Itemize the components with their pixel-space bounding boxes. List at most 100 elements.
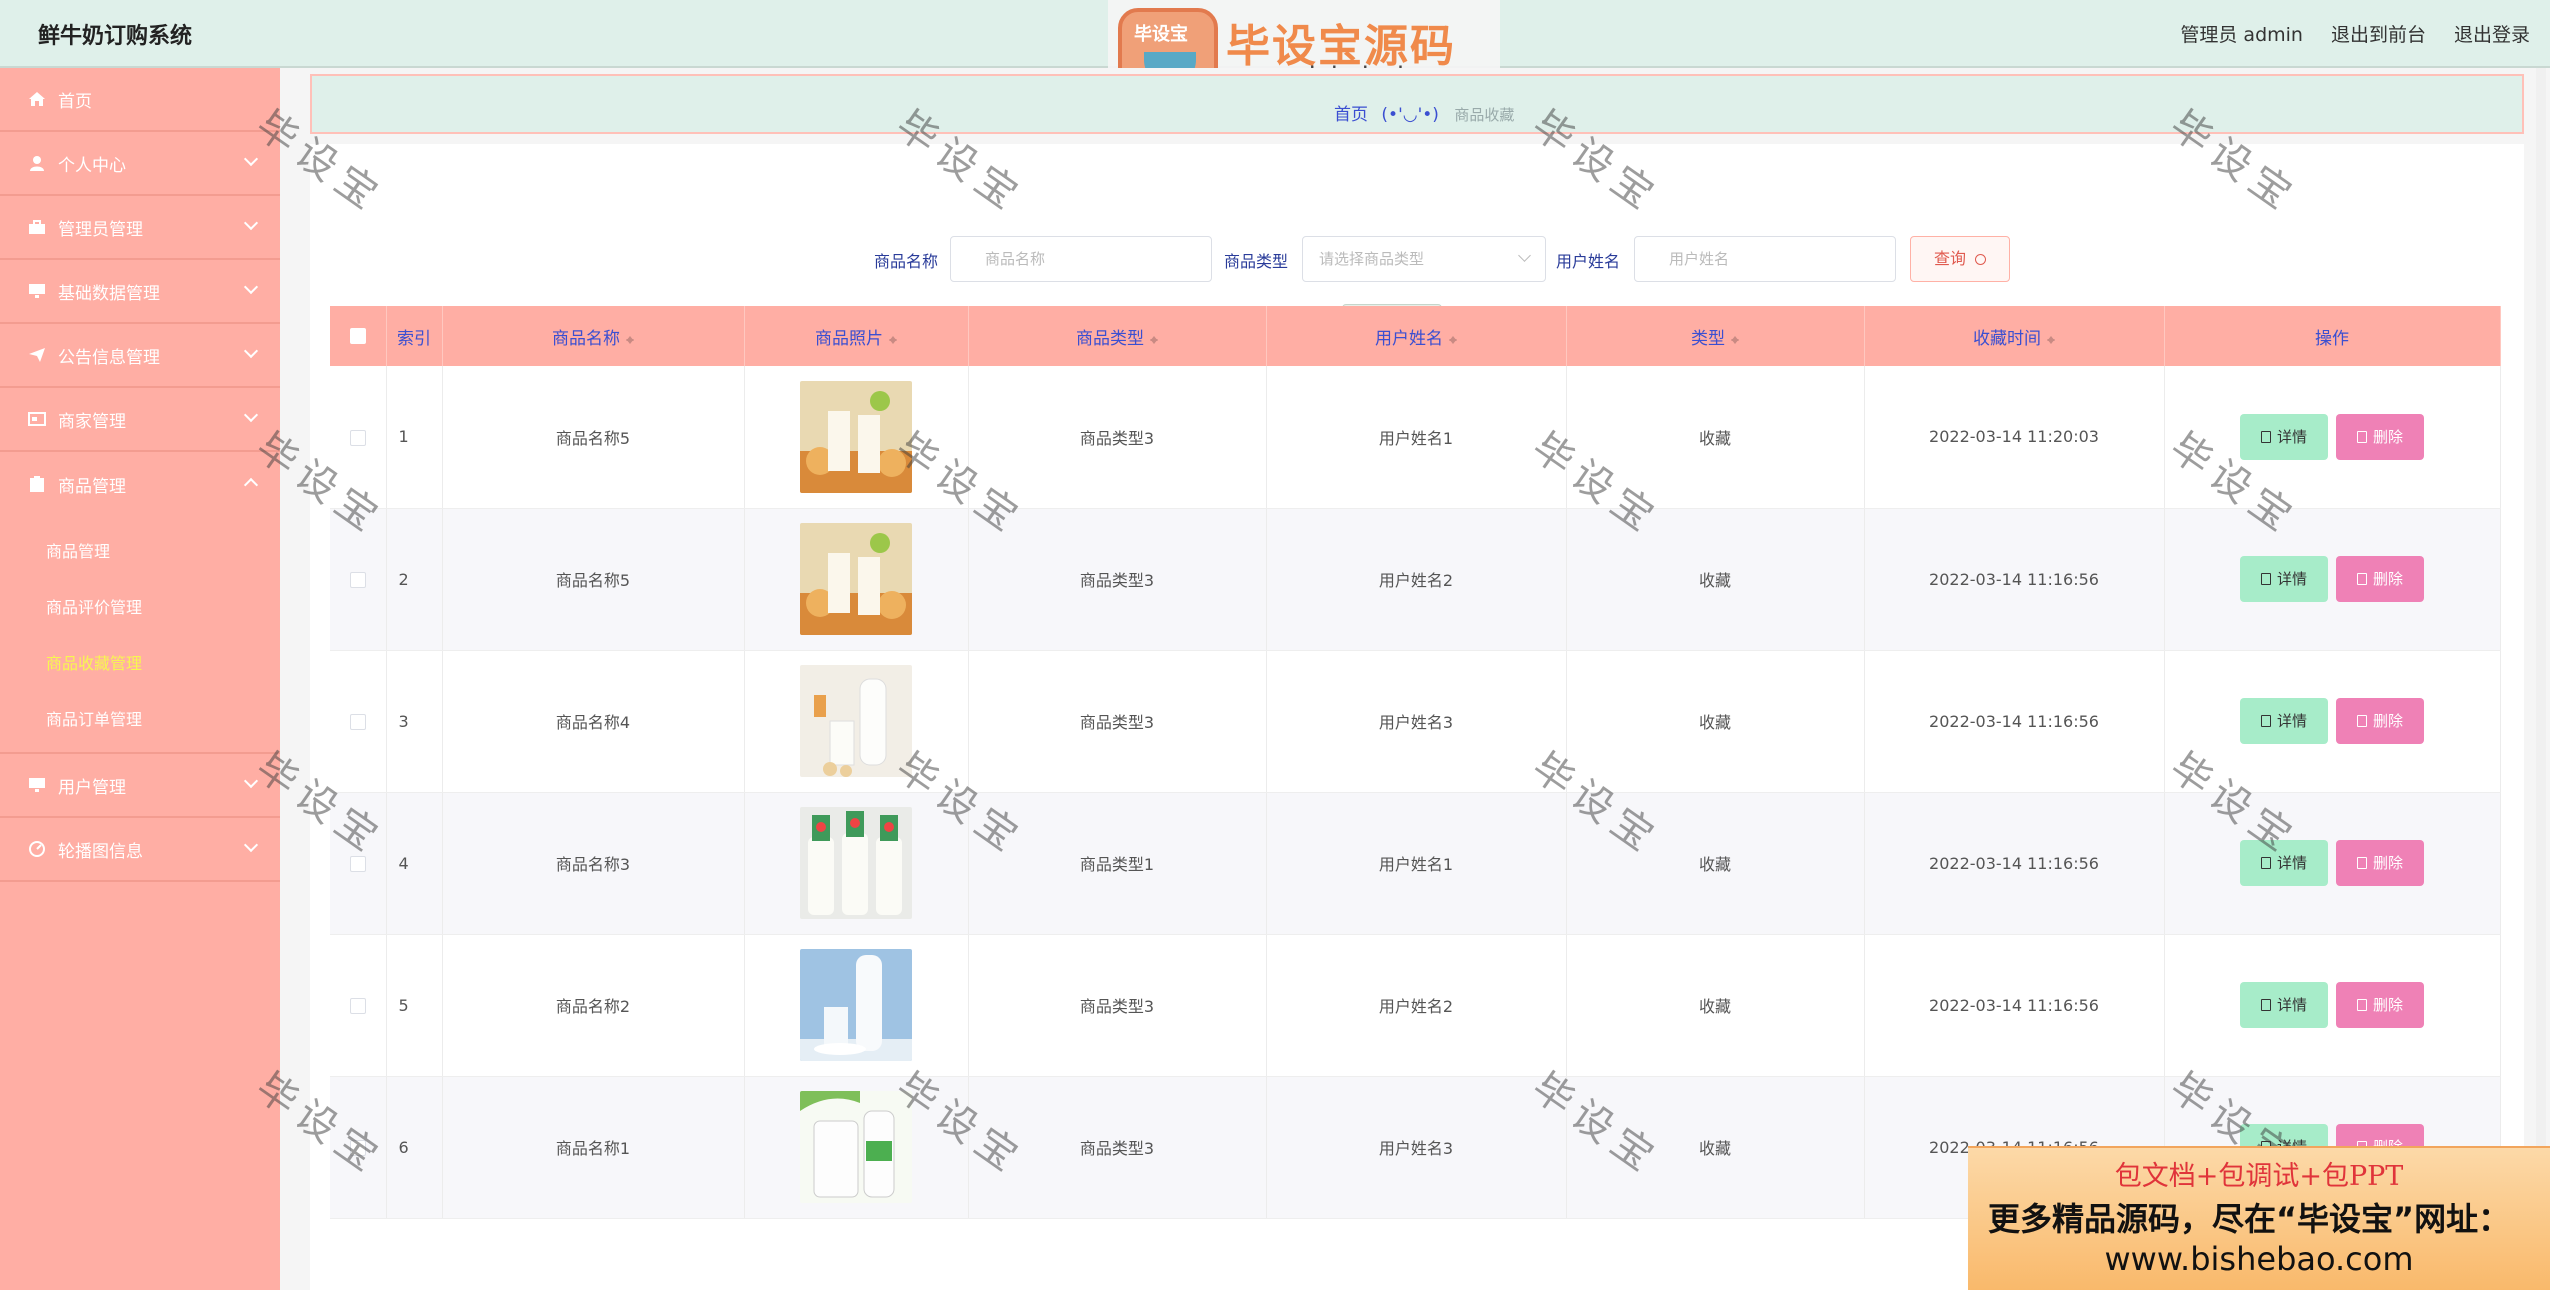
detail-button[interactable]: 详情 — [2240, 840, 2328, 886]
sort-icon[interactable] — [1150, 332, 1158, 346]
sidebar-item-carousel[interactable]: 轮播图信息 — [0, 818, 280, 882]
breadcrumb-home[interactable]: 首页 — [1334, 105, 1368, 125]
row-kind: 收藏 — [1566, 366, 1865, 509]
row-checkbox-cell[interactable] — [330, 934, 387, 1077]
detail-button[interactable]: 详情 — [2240, 982, 2328, 1028]
detail-button-label: 详情 — [2276, 427, 2307, 446]
row-actions: 详情 删除 — [2164, 508, 2501, 651]
row-actions: 详情 删除 — [2164, 366, 2501, 509]
submenu-product-favorites[interactable]: 商品收藏管理 — [0, 634, 280, 690]
dashboard-icon — [28, 841, 46, 857]
row-checkbox[interactable] — [349, 714, 366, 730]
sidebar-item-merchants[interactable]: 商家管理 — [0, 388, 280, 452]
col-product-name-label: 商品名称 — [552, 328, 620, 349]
logout-link[interactable]: 退出登录 — [2454, 20, 2530, 47]
col-product-photo-label: 商品照片 — [815, 328, 883, 349]
delete-button[interactable]: 删除 — [2336, 698, 2424, 744]
sidebar-item-label: 基础数据管理 — [58, 283, 160, 304]
sort-icon[interactable] — [1449, 332, 1457, 346]
row-checkbox[interactable] — [349, 1140, 366, 1156]
row-product-name: 商品名称5 — [442, 508, 745, 651]
sidebar-item-profile[interactable]: 个人中心 — [0, 132, 280, 196]
admin-user-label[interactable]: 管理员 admin — [2180, 20, 2303, 47]
user-name-input[interactable]: 用户姓名 — [1634, 236, 1896, 282]
row-checkbox[interactable] — [349, 429, 366, 446]
row-checkbox[interactable] — [349, 998, 366, 1014]
table-row: 1 商品名称5 商品类型3 用户姓名1 收藏 2022-03-14 11:20:… — [330, 366, 2501, 509]
exit-to-front-link[interactable]: 退出到前台 — [2331, 20, 2426, 47]
row-product-name: 商品名称1 — [442, 1076, 745, 1219]
row-product-type: 商品类型1 — [968, 792, 1267, 935]
sort-icon[interactable] — [626, 332, 634, 346]
delete-button[interactable]: 删除 — [2336, 982, 2424, 1028]
trash-icon — [2356, 573, 2367, 585]
chevron-down-icon — [243, 279, 259, 295]
row-product-type: 商品类型3 — [968, 508, 1267, 651]
row-checkbox-cell[interactable] — [330, 508, 387, 651]
sidebar-item-home[interactable]: 首页 — [0, 68, 280, 132]
submenu-product-manage[interactable]: 商品管理 — [0, 522, 280, 578]
product-name-input[interactable]: 商品名称 — [950, 236, 1212, 282]
sidebar-item-base-data[interactable]: 基础数据管理 — [0, 260, 280, 324]
submenu-product-review[interactable]: 商品评价管理 — [0, 578, 280, 634]
delete-button-label: 删除 — [2372, 427, 2403, 446]
breadcrumb: 首页 (•'◡'•) 商品收藏 — [1334, 100, 1514, 125]
product-photo — [800, 380, 912, 493]
detail-button[interactable]: 详情 — [2240, 556, 2328, 602]
row-checkbox-cell[interactable] — [330, 366, 387, 509]
col-favorite-time-label: 收藏时间 — [1973, 328, 2041, 349]
row-checkbox-cell[interactable] — [330, 1076, 387, 1219]
query-button[interactable]: 查询 — [1910, 236, 2010, 282]
submenu-product-orders[interactable]: 商品订单管理 — [0, 690, 280, 746]
detail-button[interactable]: 详情 — [2240, 698, 2328, 744]
col-kind[interactable]: 类型 — [1566, 306, 1865, 366]
row-photo-cell — [744, 934, 969, 1077]
products-submenu: 商品管理 商品评价管理 商品收藏管理 商品订单管理 — [0, 516, 280, 754]
product-type-select[interactable]: 请选择商品类型 — [1302, 236, 1546, 282]
col-product-photo[interactable]: 商品照片 — [744, 306, 969, 366]
sort-icon[interactable] — [2047, 332, 2055, 346]
product-photo — [800, 523, 912, 635]
sidebar-item-label: 首页 — [58, 91, 92, 112]
logo-badge-text: 毕设宝 — [1134, 24, 1188, 45]
row-checkbox[interactable] — [349, 572, 366, 588]
sidebar-item-users[interactable]: 用户管理 — [0, 754, 280, 818]
col-product-type[interactable]: 商品类型 — [968, 306, 1267, 366]
select-all-cell[interactable] — [330, 306, 387, 366]
row-checkbox[interactable] — [349, 856, 366, 872]
col-user-name[interactable]: 用户姓名 — [1266, 306, 1567, 366]
document-icon — [2260, 573, 2271, 585]
row-checkbox-cell[interactable] — [330, 650, 387, 793]
col-product-name[interactable]: 商品名称 — [442, 306, 745, 366]
row-index: 1 — [386, 366, 443, 509]
sidebar-item-label: 个人中心 — [58, 155, 126, 176]
sidebar-item-products[interactable]: 商品管理 — [0, 452, 280, 516]
delete-button[interactable]: 删除 — [2336, 556, 2424, 602]
sort-icon[interactable] — [1731, 332, 1739, 346]
row-user-name: 用户姓名1 — [1266, 792, 1567, 935]
detail-button[interactable]: 详情 — [2240, 413, 2328, 460]
promo-banner[interactable]: 包文档+包调试+包PPT 更多精品源码，尽在“毕设宝”网址： www.bishe… — [1968, 1146, 2550, 1290]
row-photo-cell — [744, 650, 969, 793]
clipboard-icon — [28, 476, 46, 492]
row-user-name: 用户姓名2 — [1266, 508, 1567, 651]
delete-button[interactable]: 删除 — [2336, 413, 2424, 460]
col-favorite-time[interactable]: 收藏时间 — [1864, 306, 2165, 366]
sidebar-item-notices[interactable]: 公告信息管理 — [0, 324, 280, 388]
delete-button[interactable]: 删除 — [2336, 840, 2424, 886]
briefcase-icon — [28, 219, 46, 235]
search-icon — [1975, 254, 1987, 265]
row-checkbox-cell[interactable] — [330, 792, 387, 935]
row-kind: 收藏 — [1566, 650, 1865, 793]
row-time: 2022-03-14 11:16:56 — [1864, 792, 2165, 935]
delete-button-label: 删除 — [2372, 712, 2403, 730]
sidebar-item-admins[interactable]: 管理员管理 — [0, 196, 280, 260]
row-photo-cell — [744, 1076, 969, 1219]
select-all-checkbox[interactable] — [349, 328, 366, 344]
sort-icon[interactable] — [889, 332, 897, 346]
chevron-down-icon — [243, 837, 259, 853]
row-product-type: 商品类型3 — [968, 934, 1267, 1077]
page-scrollbar[interactable] — [2536, 68, 2546, 1290]
chevron-up-icon — [243, 477, 259, 493]
product-photo — [800, 1091, 912, 1203]
